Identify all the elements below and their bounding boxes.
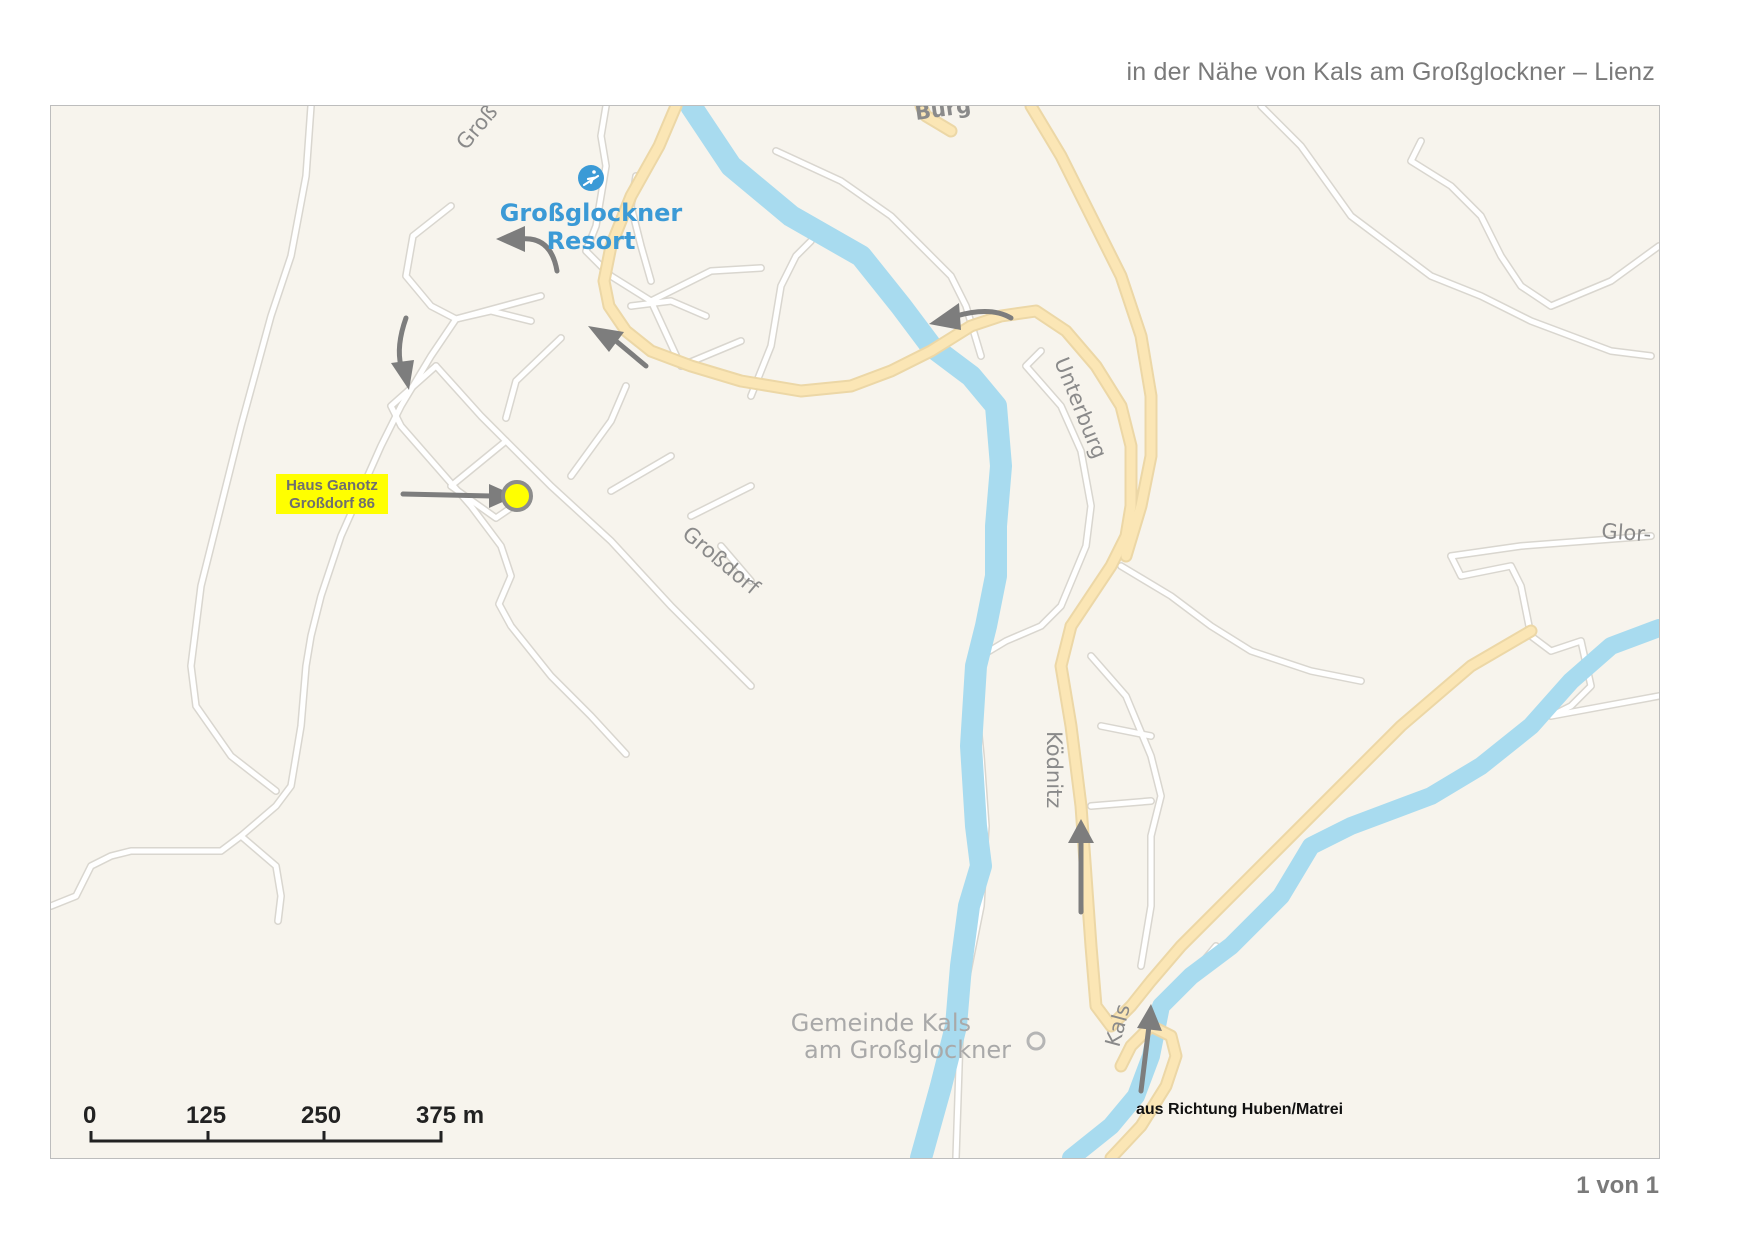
destination-name: Haus Ganotz — [286, 477, 378, 494]
place-name-line1: Gemeinde Kals — [791, 1009, 971, 1037]
scale-label-375: 375 m — [416, 1102, 484, 1129]
place-marker-icon — [1026, 1031, 1046, 1051]
poi-name-line1: Großglockner — [500, 199, 683, 227]
scale-label-0: 0 — [83, 1102, 96, 1129]
scale-label-250: 250 — [301, 1102, 341, 1129]
destination-label: Haus Ganotz Großdorf 86 — [276, 474, 388, 514]
map-canvas[interactable]: Haus Ganotz Großdorf 86 Großglockner Res… — [51, 106, 1659, 1158]
street-label-glor: Glor- — [1601, 519, 1652, 546]
map-view[interactable]: Haus Ganotz Großdorf 86 Großglockner Res… — [50, 105, 1660, 1159]
page-indicator: 1 von 1 — [1576, 1172, 1659, 1199]
place-gemeinde-kals[interactable]: Gemeinde Kals am Großglockner — [791, 1009, 1046, 1064]
direction-label: aus Richtung Huben/Matrei — [1136, 1101, 1343, 1118]
route-arrows — [391, 226, 1162, 1094]
street-label-koednitz: Ködnitz — [1042, 731, 1066, 808]
destination-marker[interactable] — [501, 480, 533, 512]
place-name-line2: am Großglockner — [804, 1036, 1011, 1064]
river — [680, 106, 1659, 1158]
poi-grossglockner-resort[interactable]: Großglockner Resort — [500, 165, 683, 255]
poi-name-line2: Resort — [547, 227, 636, 255]
street-label-gross: Groß — [451, 106, 502, 154]
arrow-curve-down-icon — [391, 315, 414, 390]
destination-address: Großdorf 86 — [289, 495, 375, 512]
scale-bar: 0 125 250 375 m — [83, 1102, 484, 1143]
main-roads — [597, 106, 1538, 1158]
scale-label-125: 125 — [186, 1102, 226, 1129]
street-label-grossdorf: Großdorf — [678, 521, 765, 599]
location-header: in der Nähe von Kals am Großglockner – L… — [1126, 58, 1655, 86]
